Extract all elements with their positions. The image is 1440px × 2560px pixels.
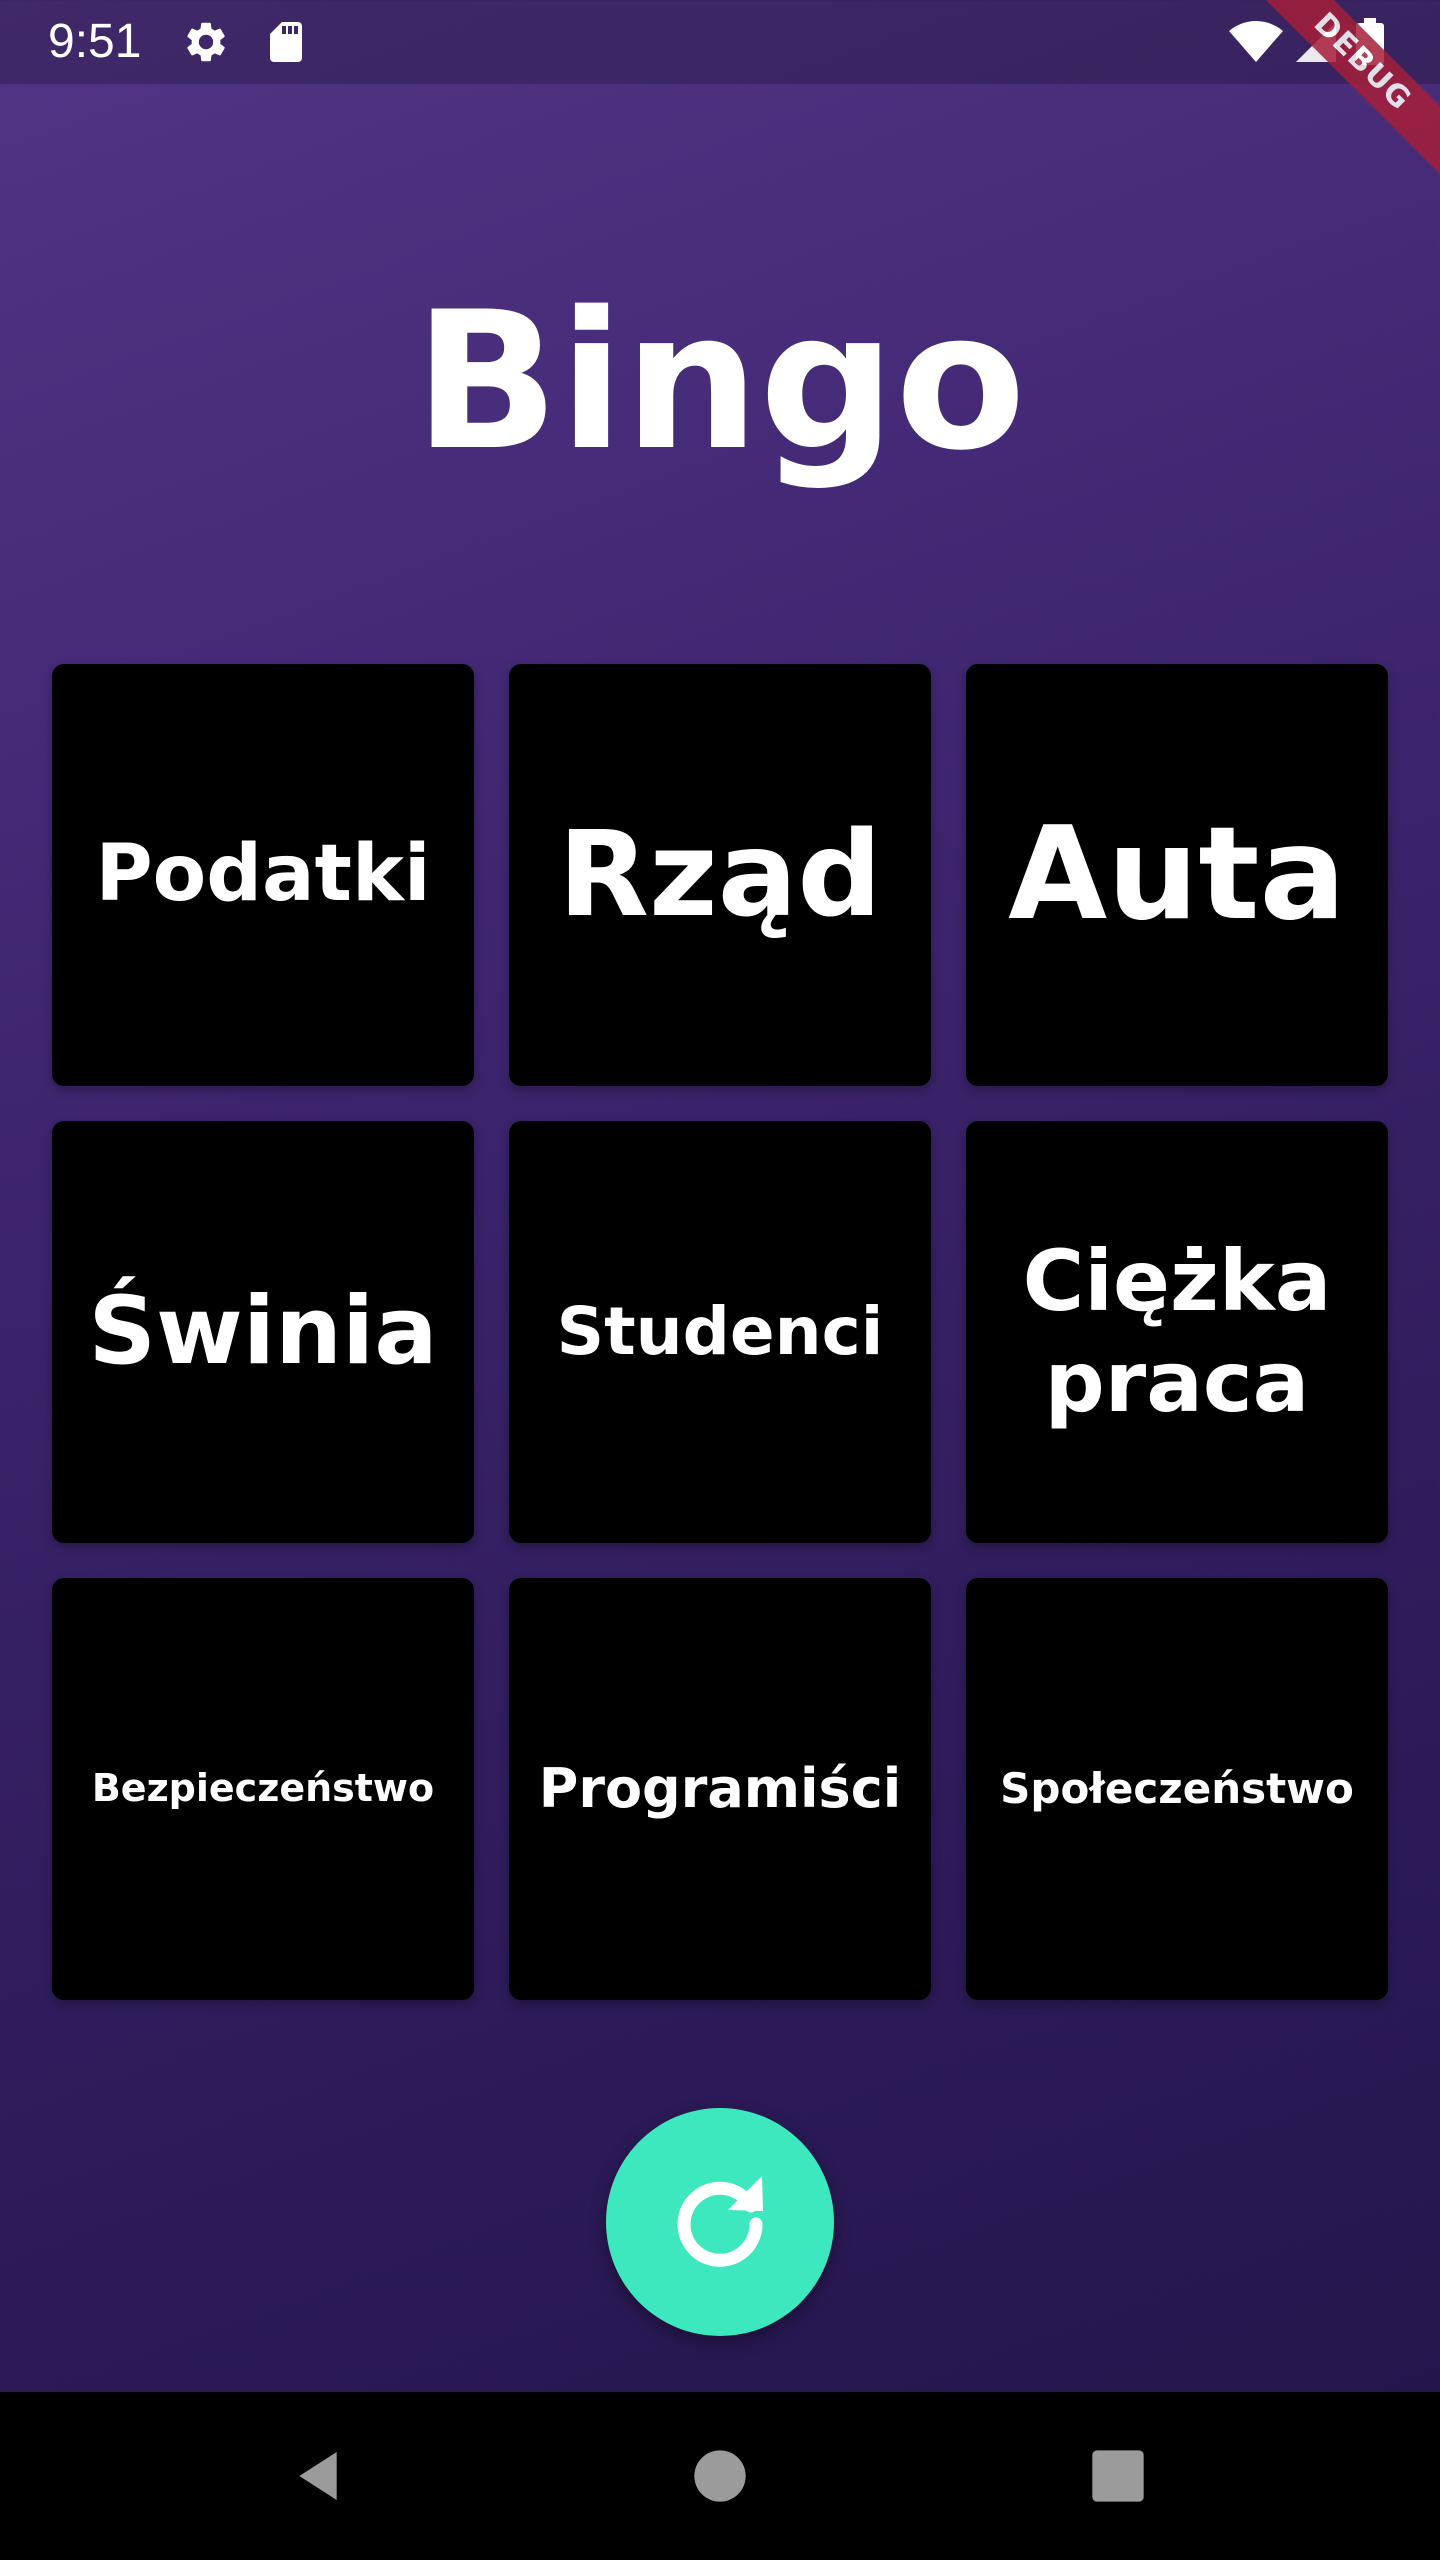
bingo-tile-programisci[interactable]: Programiści (509, 1578, 931, 2000)
bingo-tile-ciezka-praca[interactable]: Ciężka praca (966, 1121, 1388, 1543)
page-title: Bingo (414, 271, 1026, 492)
refresh-button[interactable] (606, 2108, 834, 2336)
home-button[interactable] (680, 2436, 760, 2516)
back-button[interactable] (278, 2436, 358, 2516)
tile-label: Świnia (88, 1276, 438, 1386)
bingo-tile-studenci[interactable]: Studenci (509, 1121, 931, 1543)
tile-label: Podatki (95, 829, 431, 920)
navigation-bar (0, 2392, 1440, 2560)
tile-label: Ciężka praca (1022, 1232, 1332, 1431)
settings-icon (182, 18, 230, 66)
home-icon (692, 2448, 748, 2504)
sd-card-icon (262, 18, 310, 66)
tile-label: Programiści (538, 1756, 902, 1820)
status-time: 9:51 (48, 15, 142, 68)
bingo-tile-spoleczenstwo[interactable]: Społeczeństwo (966, 1578, 1388, 2000)
bingo-tile-rzad[interactable]: Rząd (509, 664, 931, 1086)
tile-label: Bezpieczeństwo (91, 1766, 435, 1811)
refresh-icon (660, 2162, 780, 2282)
recents-button[interactable] (1078, 2436, 1158, 2516)
tile-label: Rząd (558, 805, 882, 944)
tile-label: Auta (1008, 800, 1346, 950)
back-icon (286, 2444, 350, 2508)
tile-label: Studenci (556, 1293, 884, 1371)
bingo-tile-swinia[interactable]: Świnia (52, 1121, 474, 1543)
bingo-tile-podatki[interactable]: Podatki (52, 664, 474, 1086)
tile-label: Społeczeństwo (1000, 1763, 1354, 1813)
wifi-icon (1228, 18, 1284, 66)
bingo-grid: Podatki Rząd Auta Świnia Studenci Ciężka… (52, 664, 1388, 2000)
status-bar: 9:51 (0, 0, 1440, 84)
bingo-tile-bezpieczenstwo[interactable]: Bezpieczeństwo (52, 1578, 474, 2000)
bingo-tile-auta[interactable]: Auta (966, 664, 1388, 1086)
recents-icon (1090, 2448, 1146, 2504)
